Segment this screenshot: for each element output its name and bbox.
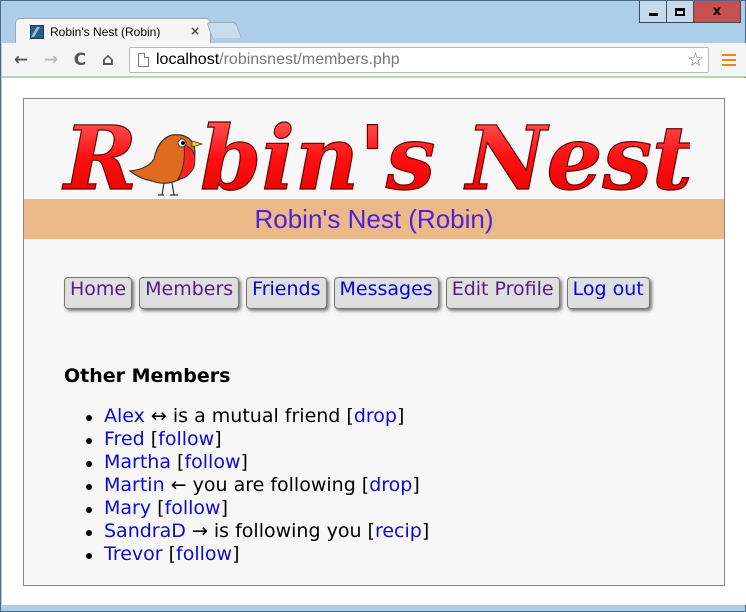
member-item: Martin ← you are following [drop] <box>85 474 429 497</box>
url-host: localhost <box>156 51 220 68</box>
maximize-icon <box>675 7 685 16</box>
member-relation: → is following you <box>185 520 368 542</box>
main-nav: Home Members Friends Messages Edit Profi… <box>64 277 650 309</box>
member-item: Martha [follow] <box>85 451 429 474</box>
page-container: R bin's Nest Robin's Nest (Robin) Home M… <box>23 98 725 586</box>
member-action-link[interactable]: follow <box>165 497 221 519</box>
forward-arrow-icon: → <box>43 50 59 70</box>
tab-active[interactable]: Robin's Nest (Robin) × <box>15 18 211 44</box>
new-tab-button[interactable] <box>206 22 242 38</box>
member-name-link[interactable]: Martha <box>104 451 171 473</box>
member-relation <box>151 497 157 519</box>
member-name-link[interactable]: Trevor <box>104 543 163 565</box>
member-item: Alex ↔ is a mutual friend [drop] <box>85 405 429 428</box>
minimize-button[interactable] <box>640 1 667 22</box>
member-relation: ↔ is a mutual friend <box>144 405 347 427</box>
reload-button[interactable]: C <box>70 50 90 70</box>
tab-strip: Robin's Nest (Robin) × <box>7 15 407 44</box>
logo-letter-r: R <box>61 109 137 199</box>
member-relation: ← you are following <box>164 474 362 496</box>
home-button[interactable]: ⌂ <box>98 50 118 70</box>
member-name-link[interactable]: Alex <box>104 405 145 427</box>
member-name-link[interactable]: SandraD <box>104 520 186 542</box>
member-list: Alex ↔ is a mutual friend [drop] Fred [f… <box>85 405 430 566</box>
home-icon: ⌂ <box>101 50 115 70</box>
nav-members-link[interactable]: Members <box>139 277 240 309</box>
member-action-link[interactable]: follow <box>184 451 240 473</box>
member-action-link[interactable]: drop <box>369 474 412 496</box>
browser-window: x Robin's Nest (Robin) × ← → C ⌂ localho… <box>0 0 746 612</box>
member-action-link[interactable]: drop <box>354 405 397 427</box>
close-icon: x <box>712 4 722 19</box>
browser-menu-icon[interactable] <box>722 54 736 66</box>
browser-toolbar: ← → C ⌂ localhost/robinsnest/members.php… <box>2 43 746 77</box>
favicon-icon <box>30 25 44 39</box>
nav-messages-link[interactable]: Messages <box>333 277 439 309</box>
member-name-link[interactable]: Fred <box>104 428 145 450</box>
member-relation <box>145 428 151 450</box>
member-action-link[interactable]: follow <box>176 543 232 565</box>
forward-button[interactable]: → <box>41 50 61 70</box>
logo-text: bin's Nest <box>200 109 690 199</box>
robin-bird-icon <box>128 134 204 196</box>
site-banner: Robin's Nest (Robin) <box>24 199 724 239</box>
address-bar[interactable]: localhost/robinsnest/members.php ☆ <box>129 47 709 73</box>
member-action-link[interactable]: recip <box>375 520 422 542</box>
nav-edit-profile-link[interactable]: Edit Profile <box>445 277 560 309</box>
member-name-link[interactable]: Martin <box>104 474 165 496</box>
nav-logout-link[interactable]: Log out <box>566 277 650 309</box>
member-relation <box>171 451 177 473</box>
back-arrow-icon: ← <box>13 50 29 70</box>
window-controls: x <box>639 1 741 23</box>
url-path: /robinsnest/members.php <box>219 51 400 68</box>
reload-icon: C <box>73 50 87 70</box>
bookmark-star-icon[interactable]: ☆ <box>687 49 704 71</box>
minimize-icon <box>648 13 658 16</box>
member-item: Fred [follow] <box>85 428 429 451</box>
nav-friends-link[interactable]: Friends <box>246 277 327 309</box>
page-viewport: R bin's Nest Robin's Nest (Robin) Home M… <box>2 78 746 605</box>
member-item: Mary [follow] <box>85 497 429 520</box>
member-relation <box>163 543 169 565</box>
tab-close-icon[interactable]: × <box>190 24 200 38</box>
member-action-link[interactable]: follow <box>158 428 214 450</box>
tab-title: Robin's Nest (Robin) <box>50 25 161 39</box>
nav-home-link[interactable]: Home <box>64 277 133 309</box>
close-window-button[interactable]: x <box>694 1 740 22</box>
url-text[interactable]: localhost/robinsnest/members.php <box>156 51 400 69</box>
member-item: Trevor [follow] <box>85 543 429 566</box>
site-logo: R bin's Nest <box>60 109 690 199</box>
member-item: SandraD → is following you [recip] <box>85 520 430 542</box>
member-name-link[interactable]: Mary <box>104 497 151 519</box>
maximize-button[interactable] <box>667 1 694 22</box>
back-button[interactable]: ← <box>11 50 31 70</box>
section-title: Other Members <box>64 365 231 387</box>
page-icon <box>138 53 149 67</box>
